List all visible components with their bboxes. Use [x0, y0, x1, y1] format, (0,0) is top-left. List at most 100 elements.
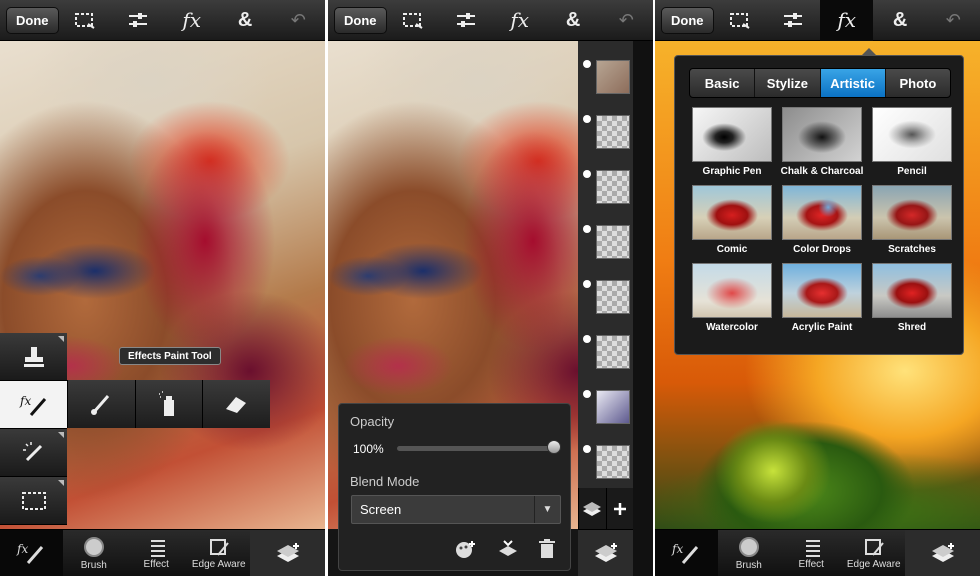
- add-adjustment-layer-icon[interactable]: [454, 538, 478, 560]
- effect-button[interactable]: Effect: [125, 530, 188, 576]
- ampersand-icon[interactable]: &: [546, 0, 599, 41]
- undo-icon[interactable]: ↶: [272, 0, 325, 41]
- merge-down-icon[interactable]: [496, 538, 520, 560]
- layer-thumbnail[interactable]: [596, 115, 630, 149]
- stamp-icon: [23, 346, 44, 367]
- brush-button[interactable]: Brush: [63, 530, 126, 576]
- tool-tooltip: Effects Paint Tool: [119, 347, 221, 365]
- trash-icon[interactable]: [538, 538, 556, 560]
- effect-name: Graphic Pen: [702, 166, 762, 177]
- layer-visibility-dot[interactable]: [583, 115, 591, 123]
- done-button[interactable]: Done: [334, 6, 387, 34]
- plus-icon: [613, 502, 626, 515]
- layers-panel: [578, 41, 633, 488]
- effect-name: Watercolor: [706, 322, 758, 333]
- edge-aware-button[interactable]: Edge Aware: [843, 530, 906, 576]
- effect-tile[interactable]: Shred: [867, 263, 957, 333]
- ampersand-icon[interactable]: &: [873, 0, 926, 41]
- tab-basic[interactable]: Basic: [690, 69, 754, 97]
- fx-brush-mode-button[interactable]: fx: [655, 530, 718, 576]
- blend-mode-label: Blend Mode: [350, 474, 420, 489]
- effects-paint-tool-button[interactable]: fx: [0, 381, 67, 429]
- effect-tile[interactable]: Color Drops: [777, 185, 867, 255]
- layer-properties-popover: Opacity 100% Blend Mode Screen ▼: [338, 403, 571, 571]
- magic-wand-tool-button[interactable]: [0, 429, 67, 477]
- ampersand-icon[interactable]: &: [218, 0, 271, 41]
- layer-visibility-dot[interactable]: [583, 280, 591, 288]
- eraser-tool-button[interactable]: [202, 380, 270, 428]
- tab-stylize[interactable]: Stylize: [754, 69, 819, 97]
- effect-name: Color Drops: [793, 244, 851, 255]
- effect-tile[interactable]: Scratches: [867, 185, 957, 255]
- selection-icon[interactable]: [387, 0, 440, 41]
- layer-visibility-dot[interactable]: [583, 335, 591, 343]
- layers-add-icon: [594, 543, 617, 562]
- effect-thumbnail: [872, 263, 952, 318]
- effect-thumbnail: [692, 185, 772, 240]
- layers-toggle-button[interactable]: [578, 488, 606, 529]
- opacity-value: 100%: [353, 442, 384, 456]
- layer-thumbnail[interactable]: [596, 280, 630, 314]
- bottom-toolbar: fx Brush Effect Edge Aware: [655, 529, 980, 576]
- layer-thumbnail[interactable]: [596, 390, 630, 424]
- svg-text:fx: fx: [19, 394, 31, 408]
- layer-visibility-dot[interactable]: [583, 225, 591, 233]
- brush-icon: [91, 395, 110, 415]
- layer-visibility-dot[interactable]: [583, 390, 591, 398]
- fx-icon[interactable]: fx: [820, 0, 874, 41]
- adjustments-icon[interactable]: [112, 0, 165, 41]
- undo-icon[interactable]: ↶: [927, 0, 980, 41]
- layer-thumbnail[interactable]: [596, 335, 630, 369]
- selection-icon[interactable]: [59, 0, 112, 41]
- fx-brush-mode-button[interactable]: fx: [0, 530, 63, 576]
- svg-text:fx: fx: [16, 542, 28, 556]
- stamp-tool-button[interactable]: [0, 333, 67, 381]
- opacity-slider-thumb[interactable]: [547, 440, 561, 454]
- effect-tile[interactable]: Acrylic Paint: [777, 263, 867, 333]
- spray-tool-button[interactable]: [134, 380, 203, 428]
- effect-tile[interactable]: Chalk & Charcoal: [777, 107, 867, 177]
- fx-icon[interactable]: fx: [493, 0, 546, 41]
- effect-label: Effect: [798, 558, 824, 570]
- edge-aware-icon: [209, 538, 229, 556]
- effect-tile[interactable]: Comic: [687, 185, 777, 255]
- adjustments-icon[interactable]: [440, 0, 493, 41]
- done-button[interactable]: Done: [6, 6, 59, 34]
- opacity-slider[interactable]: [397, 446, 557, 451]
- layer-thumbnail[interactable]: [596, 60, 630, 94]
- tab-photo[interactable]: Photo: [884, 69, 950, 97]
- blend-mode-select[interactable]: Screen ▼: [351, 495, 561, 524]
- edge-aware-button[interactable]: Edge Aware: [188, 530, 251, 576]
- layers-button[interactable]: [250, 530, 325, 576]
- brush-label: Brush: [80, 559, 107, 571]
- layer-thumbnail[interactable]: [596, 445, 630, 479]
- fx-brush-icon: fx: [671, 542, 699, 564]
- layer-thumbnail[interactable]: [596, 225, 630, 259]
- layer-actions-row: [339, 534, 570, 564]
- fx-icon[interactable]: fx: [165, 0, 218, 41]
- tab-artistic[interactable]: Artistic: [819, 69, 885, 97]
- brush-label: Brush: [735, 559, 762, 571]
- effect-button[interactable]: Effect: [780, 530, 843, 576]
- brush-tool-button[interactable]: [67, 380, 135, 428]
- effect-tile[interactable]: Pencil: [867, 107, 957, 177]
- layer-thumbnail[interactable]: [596, 170, 630, 204]
- layer-visibility-dot[interactable]: [583, 170, 591, 178]
- brush-options-row: [67, 380, 270, 428]
- eraser-icon: [226, 397, 247, 413]
- brush-button[interactable]: Brush: [718, 530, 781, 576]
- selection-icon[interactable]: [714, 0, 767, 41]
- marquee-tool-button[interactable]: [0, 477, 67, 525]
- effect-tile[interactable]: Watercolor: [687, 263, 777, 333]
- effect-name: Shred: [897, 322, 927, 333]
- effect-thumbnail: [872, 107, 952, 162]
- layers-button[interactable]: [578, 530, 633, 576]
- layer-visibility-dot[interactable]: [583, 445, 591, 453]
- done-button[interactable]: Done: [661, 6, 714, 34]
- layer-visibility-dot[interactable]: [583, 60, 591, 68]
- layers-button[interactable]: [905, 530, 980, 576]
- add-layer-button[interactable]: [605, 488, 634, 529]
- undo-icon[interactable]: ↶: [600, 0, 653, 41]
- effect-tile[interactable]: Graphic Pen: [687, 107, 777, 177]
- adjustments-icon[interactable]: [767, 0, 820, 41]
